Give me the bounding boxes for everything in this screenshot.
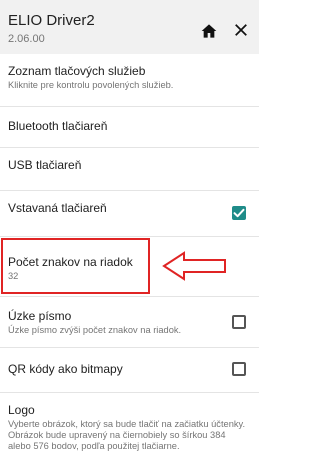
setting-print-services[interactable]: Zoznam tlačových služieb Kliknite pre ko…	[0, 54, 259, 106]
home-icon[interactable]	[201, 23, 217, 39]
narrow-font-summary: Úzke písmo zvýši počet znakov na riadok.	[8, 325, 182, 335]
setting-qr-bitmap[interactable]: QR kódy ako bitmapy	[0, 348, 259, 392]
setting-bluetooth-printer[interactable]: Bluetooth tlačiareň	[0, 107, 259, 147]
builtin-printer-checkbox[interactable]	[232, 206, 246, 220]
setting-logo[interactable]: Logo Vyberte obrázok, ktorý sa bude tlač…	[0, 393, 259, 469]
annotation-highlight-box	[1, 238, 150, 294]
qr-bitmap-title: QR kódy ako bitmapy	[8, 362, 123, 376]
close-icon[interactable]	[233, 22, 249, 38]
app-version: 2.06.00	[8, 33, 45, 45]
logo-summary: Vyberte obrázok, ktorý sa bude tlačiť na…	[8, 419, 246, 451]
usb-printer-title: USB tlačiareň	[8, 158, 82, 172]
annotation-arrow-icon	[162, 251, 226, 281]
app-bar: ELIO Driver2 2.06.00	[0, 0, 259, 54]
qr-bitmap-checkbox[interactable]	[232, 362, 246, 376]
app-title: ELIO Driver2	[8, 12, 95, 29]
builtin-printer-title: Vstavaná tlačiareň	[8, 201, 107, 215]
print-services-title: Zoznam tlačových služieb	[8, 64, 146, 78]
narrow-font-title: Úzke písmo	[8, 309, 72, 323]
setting-usb-printer[interactable]: USB tlačiareň	[0, 148, 259, 190]
logo-title: Logo	[8, 403, 35, 417]
setting-builtin-printer[interactable]: Vstavaná tlačiareň	[0, 191, 259, 236]
print-services-summary: Kliknite pre kontrolu povolených služieb…	[8, 80, 174, 90]
narrow-font-checkbox[interactable]	[232, 315, 246, 329]
bluetooth-printer-title: Bluetooth tlačiareň	[8, 119, 108, 133]
setting-narrow-font[interactable]: Úzke písmo Úzke písmo zvýši počet znakov…	[0, 297, 259, 347]
checkmark-icon	[233, 208, 245, 218]
